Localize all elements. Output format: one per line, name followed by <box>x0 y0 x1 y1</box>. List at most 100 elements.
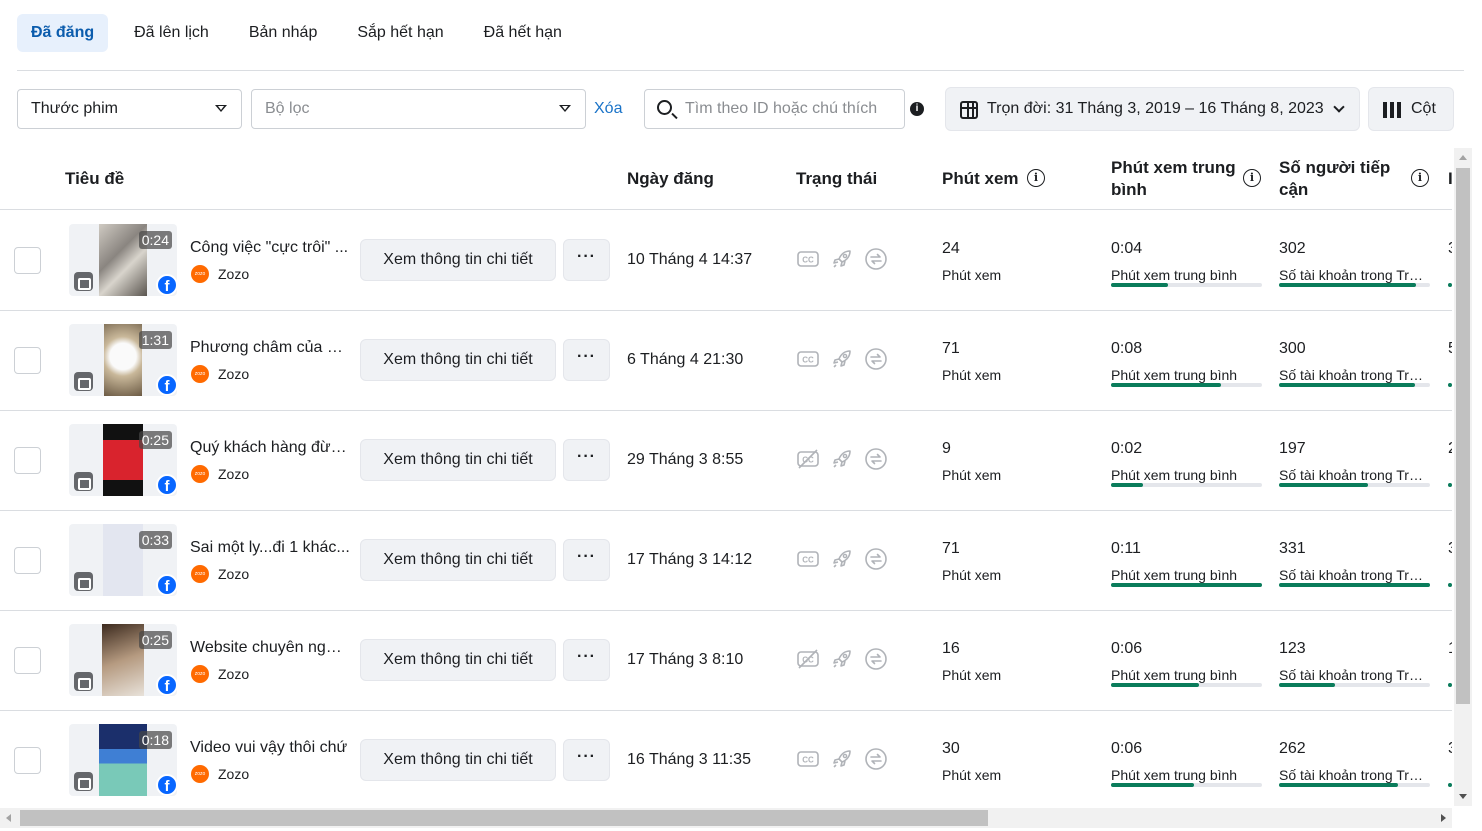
minutes-value: 30 <box>942 740 960 757</box>
header-date[interactable]: Ngày đăng <box>627 168 714 190</box>
search-placeholder: Tìm theo ID hoặc chú thích <box>685 100 878 117</box>
minutes-label: Phút xem <box>942 567 1002 583</box>
tab-drafts[interactable]: Bản nháp <box>235 14 332 52</box>
reach-label: Số tài khoản trong Trung bình <box>1279 267 1430 283</box>
page-avatar: zozo <box>191 765 209 783</box>
boost-rocket-icon <box>833 250 851 268</box>
video-title[interactable]: Sai một ly...đi 1 khác... <box>190 539 350 557</box>
vertical-scroll-thumb[interactable] <box>1456 168 1470 704</box>
filter-select[interactable]: Bộ lọc <box>251 89 586 129</box>
status-icons: CC <box>796 747 888 771</box>
publish-date: 10 Tháng 4 14:37 <box>627 251 753 268</box>
tab-published[interactable]: Đã đăng <box>17 14 109 52</box>
minutes-label: Phút xem <box>942 267 1002 283</box>
scroll-left-arrow-icon[interactable] <box>6 814 11 822</box>
scroll-right-arrow-icon[interactable] <box>1441 814 1446 822</box>
header-title[interactable]: Tiêu đề <box>65 168 124 190</box>
columns-button[interactable]: Cột <box>1368 87 1454 131</box>
view-details-button[interactable]: Xem thông tin chi tiết <box>360 339 556 381</box>
header-status[interactable]: Trạng thái <box>796 168 877 190</box>
more-options-button[interactable]: ··· <box>563 639 610 681</box>
row-checkbox[interactable] <box>14 447 41 474</box>
header-minutes[interactable]: Phút xem <box>942 168 1019 190</box>
reach-bar <box>1279 783 1430 787</box>
row-checkbox[interactable] <box>14 747 41 774</box>
crosspost-icon <box>865 548 887 570</box>
table-row[interactable]: 0:25 f Quý khách hàng đừng... zozo Zozo … <box>0 411 1452 511</box>
horizontal-scroll-thumb[interactable] <box>20 810 988 826</box>
search-input[interactable]: Tìm theo ID hoặc chú thích <box>644 89 905 129</box>
header-reach[interactable]: Số người tiếp cận <box>1279 157 1404 201</box>
date-range-label: Trọn đời: 31 Tháng 3, 2019 – 16 Tháng 8,… <box>987 100 1324 117</box>
video-thumbnail[interactable]: 0:18 f <box>69 724 178 796</box>
next-column-bar-fill <box>1448 683 1452 687</box>
row-checkbox[interactable] <box>14 547 41 574</box>
video-thumbnail[interactable]: 0:25 f <box>69 624 178 696</box>
minutes-label: Phút xem <box>942 367 1002 383</box>
header-avg-minutes[interactable]: Phút xem trung bình <box>1111 157 1241 201</box>
more-options-button[interactable]: ··· <box>563 339 610 381</box>
video-thumbnail[interactable]: 0:33 f <box>69 524 178 596</box>
avg-minutes-label: Phút xem trung bình <box>1111 567 1238 583</box>
avg-minutes-label: Phút xem trung bình <box>1111 367 1238 383</box>
chevron-down-icon <box>1333 101 1345 113</box>
info-icon[interactable]: i <box>1411 169 1429 187</box>
view-details-button[interactable]: Xem thông tin chi tiết <box>360 739 556 781</box>
view-details-button[interactable]: Xem thông tin chi tiết <box>360 239 556 281</box>
table-row[interactable]: 0:18 f Video vui vậy thôi chứ zozo Zozo … <box>0 711 1452 811</box>
avg-minutes-bar <box>1111 783 1262 787</box>
table-row[interactable]: 0:33 f Sai một ly...đi 1 khác... zozo Zo… <box>0 511 1452 611</box>
scroll-up-arrow-icon[interactable] <box>1459 155 1467 160</box>
row-checkbox[interactable] <box>14 347 41 374</box>
more-options-button[interactable]: ··· <box>563 239 610 281</box>
view-details-button[interactable]: Xem thông tin chi tiết <box>360 539 556 581</box>
content-type-select[interactable]: Thước phim <box>17 89 242 129</box>
video-thumbnail[interactable]: 1:31 f <box>69 324 178 396</box>
more-options-button[interactable]: ··· <box>563 439 610 481</box>
video-title[interactable]: Quý khách hàng đừng... <box>190 439 350 457</box>
view-details-button[interactable]: Xem thông tin chi tiết <box>360 439 556 481</box>
video-title[interactable]: Video vui vậy thôi chứ <box>190 739 350 757</box>
scroll-down-arrow-icon[interactable] <box>1459 794 1467 799</box>
table-row[interactable]: 0:24 f Công việc "cực trôi" ... zozo Zoz… <box>0 211 1452 311</box>
info-icon[interactable]: i <box>1243 169 1261 187</box>
calendar-icon <box>960 101 978 119</box>
vertical-scrollbar[interactable] <box>1454 148 1472 806</box>
tab-scheduled[interactable]: Đã lên lịch <box>120 14 223 52</box>
publish-date: 6 Tháng 4 21:30 <box>627 351 744 368</box>
tab-expiring[interactable]: Sắp hết hạn <box>343 14 457 52</box>
video-title[interactable]: Website chuyên nghiệp <box>190 639 350 657</box>
info-icon[interactable]: i <box>1027 169 1045 187</box>
more-options-button[interactable]: ··· <box>563 539 610 581</box>
avg-minutes-value: 0:04 <box>1111 240 1143 257</box>
facebook-icon: f <box>156 374 178 396</box>
status-icons: CC <box>796 247 888 271</box>
more-options-button[interactable]: ··· <box>563 739 610 781</box>
reach-value: 302 <box>1279 240 1306 257</box>
reach-bar-fill <box>1279 683 1335 687</box>
info-icon[interactable]: i <box>910 102 924 116</box>
table-row[interactable]: 1:31 f Phương châm của Zozo zozo Zozo Xe… <box>0 311 1452 411</box>
video-thumbnail[interactable]: 0:24 f <box>69 224 178 296</box>
page-name-text: Zozo <box>218 566 250 582</box>
horizontal-scrollbar[interactable] <box>0 808 1452 828</box>
video-thumbnail[interactable]: 0:25 f <box>69 424 178 496</box>
minutes-label: Phút xem <box>942 467 1002 483</box>
thumbnail-image <box>103 524 143 596</box>
table-row[interactable]: 0:25 f Website chuyên nghiệp zozo Zozo X… <box>0 611 1452 711</box>
chevron-down-icon <box>559 105 571 112</box>
clear-filters-link[interactable]: Xóa <box>594 100 622 118</box>
video-title[interactable]: Phương châm của Zozo <box>190 339 350 357</box>
view-details-button[interactable]: Xem thông tin chi tiết <box>360 639 556 681</box>
row-checkbox[interactable] <box>14 647 41 674</box>
status-icons: CC <box>796 347 888 371</box>
date-range-button[interactable]: Trọn đời: 31 Tháng 3, 2019 – 16 Tháng 8,… <box>945 87 1360 131</box>
next-column-value: 5 <box>1448 340 1452 358</box>
avg-minutes-bar-fill <box>1111 783 1195 787</box>
tab-expired[interactable]: Đã hết hạn <box>470 14 576 52</box>
minutes-value: 9 <box>942 440 951 457</box>
video-title[interactable]: Công việc "cực trôi" ... <box>190 239 350 257</box>
svg-text:CC: CC <box>802 756 814 765</box>
row-checkbox[interactable] <box>14 247 41 274</box>
columns-label: Cột <box>1411 100 1436 117</box>
